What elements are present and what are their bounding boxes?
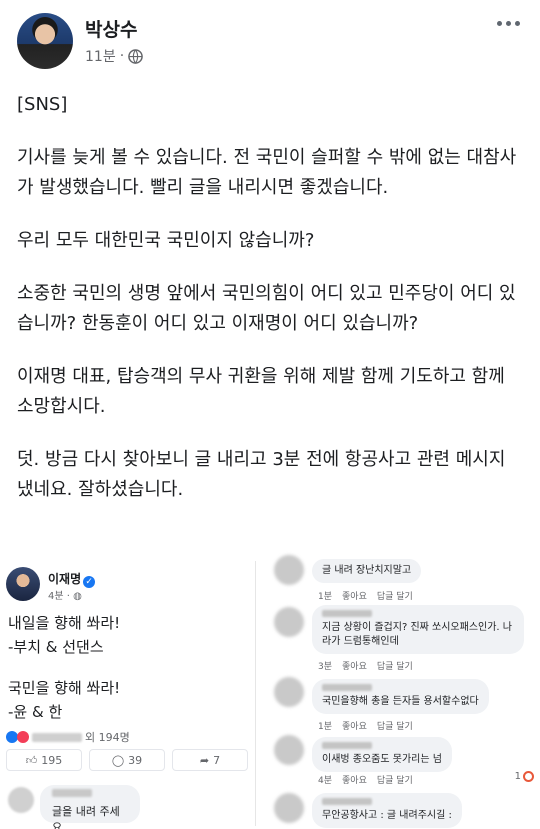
comment-time: 1분	[318, 592, 333, 602]
like-count: 195	[41, 753, 63, 767]
comment-item: 국민을향해 총을 든자들 용서할수없다 1분 좋아요 답글 달기	[270, 677, 540, 732]
post-paragraph: 이재명 대표, 탑승객의 무사 귀환을 위해 제발 함께 기도하고 함께 소망합…	[17, 366, 505, 417]
comment-icon: ◯	[111, 753, 125, 767]
share-count: 7	[213, 753, 221, 767]
like-button: 👍︎ 195	[6, 749, 82, 771]
capture-line: 국민을 향해 쏴라!	[8, 679, 121, 697]
right-capture-comments: 글 내려 장난치지말고 1분 좋아요 답글 달기 지금 상황이 즐겁지? 진짜 …	[270, 553, 540, 829]
share-button: ➦ 7	[172, 749, 248, 771]
verified-badge-icon: ✓	[83, 576, 96, 588]
post-meta: 11분 ·	[85, 46, 143, 66]
comment-like-link: 좋아요	[342, 722, 367, 732]
commenter-avatar	[8, 787, 34, 813]
comment-meta: 1분 좋아요 답글 달기	[318, 719, 413, 732]
comment-bubble: 글을 내려 주세요.	[40, 785, 140, 829]
left-capture-post: 이재명 ✓ 4분 · ◍ 내일을 향해 쏴라! -부치 & 선댄스 국민을 향해 …	[2, 561, 256, 829]
reaction-summary: 외 194명	[6, 729, 130, 745]
post-paragraph: 덧. 방금 다시 찾아보니 글 내리고 3분 전에 항공사고 관련 메시지 냈네…	[17, 449, 506, 500]
blurred-commenter-name	[52, 789, 92, 797]
comment-like-link: 좋아요	[342, 776, 367, 786]
comment-text: 글 내려 장난치지말고	[322, 565, 412, 576]
commenter-avatar	[274, 793, 304, 823]
comment-button: ◯ 39	[89, 749, 165, 771]
embedded-captures: 이재명 ✓ 4분 · ◍ 내일을 향해 쏴라! -부치 & 선댄스 국민을 향해 …	[0, 553, 540, 829]
comment-reply-link: 답글 달기	[376, 662, 413, 672]
comment-reply-link: 답글 달기	[376, 722, 413, 732]
comment-meta: 1분 좋아요 답글 달기	[318, 589, 413, 602]
capture-author-name: 이재명 ✓	[48, 570, 96, 588]
comment-bubble: 무안공항사고 : 글 내려주시길 :	[312, 793, 462, 828]
comment-count: 39	[128, 753, 143, 767]
reaction-count-label: 1	[514, 771, 521, 782]
capture-comment: 글을 내려 주세요.	[4, 783, 254, 829]
comment-like-link: 좋아요	[342, 592, 367, 602]
post-paragraph: 기사를 늦게 볼 수 있습니다. 전 국민이 슬퍼할 수 밖에 없는 대참사가 …	[17, 147, 517, 198]
capture-time-label: 4분 ·	[48, 591, 74, 602]
share-icon: ➦	[199, 753, 210, 767]
comment-text: 이새벙 종오줌도 못가리는 넘	[322, 754, 442, 765]
commenter-avatar	[274, 735, 304, 765]
blurred-name	[32, 732, 82, 742]
commenter-avatar	[274, 677, 304, 707]
comment-item: 지금 상황이 즐겁지? 진짜 쏘시오패스인가. 나라가 드럼통해인데 3분 좋아…	[270, 605, 540, 672]
angry-reaction-icon	[523, 771, 534, 782]
comment-text: 국민을향해 총을 든자들 용서할수없다	[322, 696, 479, 707]
blurred-commenter-name	[322, 798, 372, 805]
comment-bubble: 글 내려 장난치지말고	[312, 559, 422, 583]
comment-time: 4분	[318, 776, 333, 786]
capture-post-header: 이재명 ✓ 4분 · ◍	[6, 567, 246, 607]
comment-reply-link: 답글 달기	[376, 776, 413, 786]
comment-meta: 4분 좋아요 답글 달기	[318, 773, 413, 786]
comment-item: 무안공항사고 : 글 내려주시길 :	[270, 791, 540, 829]
capture-author-avatar	[6, 567, 40, 601]
globe-icon	[128, 48, 143, 64]
comment-item: 글 내려 장난치지말고 1분 좋아요 답글 달기	[270, 555, 540, 602]
comment-text: 글을 내려 주세요.	[52, 805, 120, 829]
post-paragraph: 우리 모두 대한민국 국민이지 않습니까?	[17, 230, 315, 251]
comment-time: 1분	[318, 722, 333, 732]
capture-line: -윤 & 한	[8, 703, 63, 721]
comment-like-link: 좋아요	[342, 662, 367, 672]
reaction-count: 1	[515, 771, 534, 782]
comment-meta: 3분 좋아요 답글 달기	[318, 659, 413, 672]
post-header: 박상수 11분 ·	[17, 13, 527, 71]
capture-line: 내일을 향해 쏴라!	[8, 614, 121, 632]
more-options-icon[interactable]	[497, 17, 523, 29]
capture-post-text: 내일을 향해 쏴라! -부치 & 선댄스 국민을 향해 쏴라! -윤 & 한	[8, 611, 248, 724]
comment-text: 지금 상황이 즐겁지? 진짜 쏘시오패스인가. 나라가 드럼통해인데	[322, 622, 512, 647]
comment-bubble: 국민을향해 총을 든자들 용서할수없다	[312, 679, 489, 714]
blurred-commenter-name	[322, 684, 372, 691]
meta-separator: ·	[119, 48, 125, 64]
blurred-commenter-name	[322, 610, 372, 617]
commenter-avatar	[274, 555, 304, 585]
thumbs-up-icon: 👍︎	[25, 753, 38, 767]
reaction-count-label: 외 194명	[85, 731, 130, 744]
capture-author-label: 이재명	[48, 572, 82, 586]
comment-time: 3분	[318, 662, 333, 672]
post-paragraph: [SNS]	[17, 94, 68, 115]
blurred-commenter-name	[322, 742, 372, 749]
post-time[interactable]: 11분	[85, 46, 116, 66]
love-reaction-icon	[17, 731, 29, 743]
capture-line: -부치 & 선댄스	[8, 638, 104, 656]
capture-post-time: 4분 · ◍	[48, 587, 82, 602]
globe-icon: ◍	[73, 591, 82, 602]
post-paragraph: 소중한 국민의 생명 앞에서 국민의힘이 어디 있고 민주당이 어디 있습니까?…	[17, 283, 516, 334]
commenter-avatar	[274, 607, 304, 637]
author-avatar[interactable]	[17, 13, 73, 69]
comment-bubble: 지금 상황이 즐겁지? 진짜 쏘시오패스인가. 나라가 드럼통해인데	[312, 605, 524, 654]
author-name[interactable]: 박상수	[85, 15, 137, 42]
comment-reply-link: 답글 달기	[376, 592, 413, 602]
capture-action-bar: 👍︎ 195 ◯ 39 ➦ 7	[6, 747, 248, 773]
comment-item: 이새벙 종오줌도 못가리는 넘 4분 좋아요 답글 달기 1	[270, 735, 540, 786]
comment-bubble: 이새벙 종오줌도 못가리는 넘	[312, 737, 452, 772]
comment-text: 무안공항사고 : 글 내려주시길 :	[322, 810, 452, 821]
post-body: [SNS] 기사를 늦게 볼 수 있습니다. 전 국민이 슬퍼할 수 밖에 없는…	[17, 90, 527, 528]
